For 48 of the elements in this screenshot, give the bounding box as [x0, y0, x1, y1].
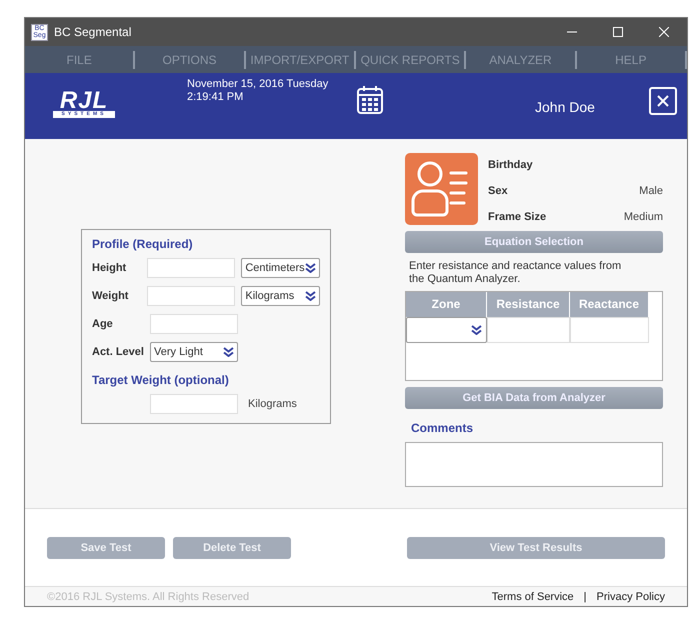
- unit-dropdown[interactable]: Centimeters: [241, 258, 320, 278]
- table-cell[interactable]: [487, 317, 570, 343]
- maximize-icon: [613, 27, 623, 37]
- close-button[interactable]: [649, 87, 677, 115]
- calendar-icon[interactable]: [357, 85, 384, 115]
- equation-selection-button[interactable]: Equation Selection: [405, 231, 663, 253]
- copyright-text: ©2016 RJL Systems. All Rights Reserved: [47, 590, 250, 602]
- column-header: Zone: [406, 292, 487, 317]
- info-label: Birthday: [488, 158, 533, 173]
- column-header: Resistance: [487, 292, 570, 317]
- terms-link[interactable]: Terms of Service: [492, 590, 574, 602]
- level-dropdown[interactable]: Very Light: [150, 342, 238, 362]
- user-name: John Doe: [535, 99, 595, 115]
- unit-label: Kilograms: [248, 398, 297, 410]
- close-icon: [659, 27, 669, 37]
- time-text: 2:19:41 PM: [187, 91, 244, 104]
- privacy-link[interactable]: Privacy Policy: [596, 590, 665, 602]
- input-field[interactable]: [150, 394, 238, 414]
- separator: |: [584, 590, 587, 602]
- get-data-button[interactable]: Get BIA Data from Analyzer: [405, 387, 663, 409]
- field-label: Act. Level: [92, 346, 145, 358]
- close-icon: [657, 95, 669, 107]
- field-label: Age: [92, 318, 114, 330]
- info-label: Frame Size: [488, 210, 546, 225]
- date-text: November 15, 2016 Tuesday: [187, 78, 328, 91]
- chevron-icon: [305, 291, 316, 301]
- unit-dropdown[interactable]: Kilograms: [241, 286, 320, 306]
- table-cell[interactable]: [570, 317, 649, 343]
- comments-field[interactable]: [405, 442, 663, 487]
- section-heading: Profile (Required): [92, 237, 194, 251]
- input-field[interactable]: [147, 286, 236, 306]
- input-field[interactable]: [150, 314, 238, 334]
- info-label: Sex: [488, 184, 508, 199]
- comments-label: Comments: [411, 421, 474, 435]
- column-header: Reactance: [570, 292, 649, 317]
- chevron-icon: [223, 347, 234, 357]
- info-value: Male: [639, 184, 663, 199]
- instruction-text: Enter resistance and reactance values from the Quantum Analyzer.: [409, 260, 622, 286]
- section-heading: Target Weight (optional): [92, 373, 230, 387]
- profile-icon: [405, 153, 478, 225]
- window-title: BC Segmental: [54, 25, 132, 39]
- input-field[interactable]: [147, 258, 236, 278]
- chevron-icon: [471, 325, 482, 335]
- field-label: Weight: [92, 290, 130, 302]
- zone-dropdown[interactable]: [406, 317, 487, 343]
- info-value: Medium: [624, 210, 663, 225]
- chevron-icon: [305, 263, 316, 273]
- field-label: Height: [92, 262, 128, 274]
